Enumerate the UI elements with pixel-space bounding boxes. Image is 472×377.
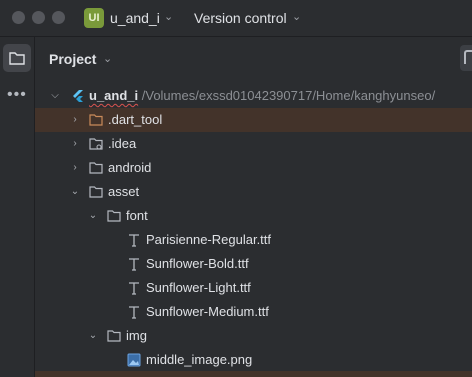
chevron-right-icon[interactable]: › <box>69 108 81 132</box>
maximize-window-button[interactable] <box>52 11 65 24</box>
tree-item-file[interactable]: Sunflower-Bold.ttf <box>35 252 472 276</box>
tree-root-label: u_and_i <box>89 88 139 103</box>
tree-item-label: .dart_tool <box>108 112 163 127</box>
close-window-button[interactable] <box>12 11 25 24</box>
project-badge[interactable]: UI <box>84 8 104 28</box>
tree-item-idea[interactable]: › .idea <box>35 132 472 156</box>
tree-item-label: Parisienne-Regular.ttf <box>146 232 272 247</box>
tree-item-label: font <box>126 208 148 223</box>
tree-item-file[interactable]: middle_image.png <box>35 348 472 372</box>
next-row-highlight <box>35 371 472 377</box>
chevron-down-icon[interactable]: ⌄ <box>292 10 301 23</box>
settings-folder-icon <box>89 138 103 150</box>
tree-item-img[interactable]: ⌄ img <box>35 324 472 348</box>
tree-item-label: Sunflower-Bold.ttf <box>146 256 249 271</box>
tree-item-file[interactable]: Sunflower-Light.ttf <box>35 276 472 300</box>
chevron-down-icon[interactable]: ⌵ <box>49 84 61 108</box>
folder-icon <box>107 330 121 342</box>
project-panel: Project ⌄ ⌵ u_and_i /Volumes/exssd010423… <box>35 37 472 377</box>
chevron-down-icon[interactable]: ⌄ <box>103 52 112 65</box>
minimize-window-button[interactable] <box>32 11 45 24</box>
tree-item-label: middle_image.png <box>146 352 253 367</box>
tree-item-label: img <box>126 328 147 343</box>
chevron-down-icon[interactable]: ⌄ <box>87 204 99 228</box>
tree-root-row[interactable]: ⌵ u_and_i /Volumes/exssd01042390717/Home… <box>35 84 472 108</box>
tree-item-file[interactable]: Parisienne-Regular.ttf <box>35 228 472 252</box>
more-tools-icon[interactable]: ••• <box>7 87 27 103</box>
tree-item-asset[interactable]: ⌄ asset <box>35 180 472 204</box>
panel-title[interactable]: Project <box>49 51 96 67</box>
version-control-menu[interactable]: Version control <box>194 10 287 26</box>
project-tool-button[interactable] <box>3 44 31 72</box>
chevron-down-icon[interactable]: ⌄ <box>69 180 81 204</box>
chevron-right-icon[interactable]: › <box>69 156 81 180</box>
flutter-icon <box>73 90 83 102</box>
chevron-right-icon[interactable]: › <box>69 132 81 156</box>
title-bar: UI u_and_i ⌄ Version control ⌄ <box>0 0 472 37</box>
tree-item-label: Sunflower-Medium.ttf <box>146 304 269 319</box>
tree-root-path: /Volumes/exssd01042390717/Home/kanghyuns… <box>141 88 436 103</box>
folder-icon <box>9 52 25 65</box>
panel-header: Project ⌄ <box>35 37 472 73</box>
font-file-icon <box>129 282 139 295</box>
folder-icon <box>89 162 103 174</box>
folder-icon <box>89 186 103 198</box>
tree-item-label: asset <box>108 184 140 199</box>
folder-icon <box>107 210 121 222</box>
ide-window: UI u_and_i ⌄ Version control ⌄ ••• Proje… <box>0 0 472 377</box>
tree-item-label: .idea <box>108 136 137 151</box>
font-file-icon <box>129 258 139 271</box>
tree-item-label: android <box>108 160 152 175</box>
folder-icon <box>89 114 103 126</box>
chevron-down-icon[interactable]: ⌄ <box>164 10 173 23</box>
tree-item-android[interactable]: › android <box>35 156 472 180</box>
chevron-down-icon[interactable]: ⌄ <box>87 324 99 348</box>
image-file-icon <box>127 353 141 367</box>
panel-edge-icon <box>460 45 472 71</box>
tree-item-dart-tool[interactable]: › .dart_tool <box>35 108 472 132</box>
project-switcher[interactable]: u_and_i <box>110 10 160 26</box>
tree-item-label: Sunflower-Light.ttf <box>146 280 251 295</box>
tool-window-stripe: ••• <box>0 37 35 377</box>
tree-item-file[interactable]: Sunflower-Medium.ttf <box>35 300 472 324</box>
font-file-icon <box>129 234 139 247</box>
font-file-icon <box>129 306 139 319</box>
tree-item-font[interactable]: ⌄ font <box>35 204 472 228</box>
